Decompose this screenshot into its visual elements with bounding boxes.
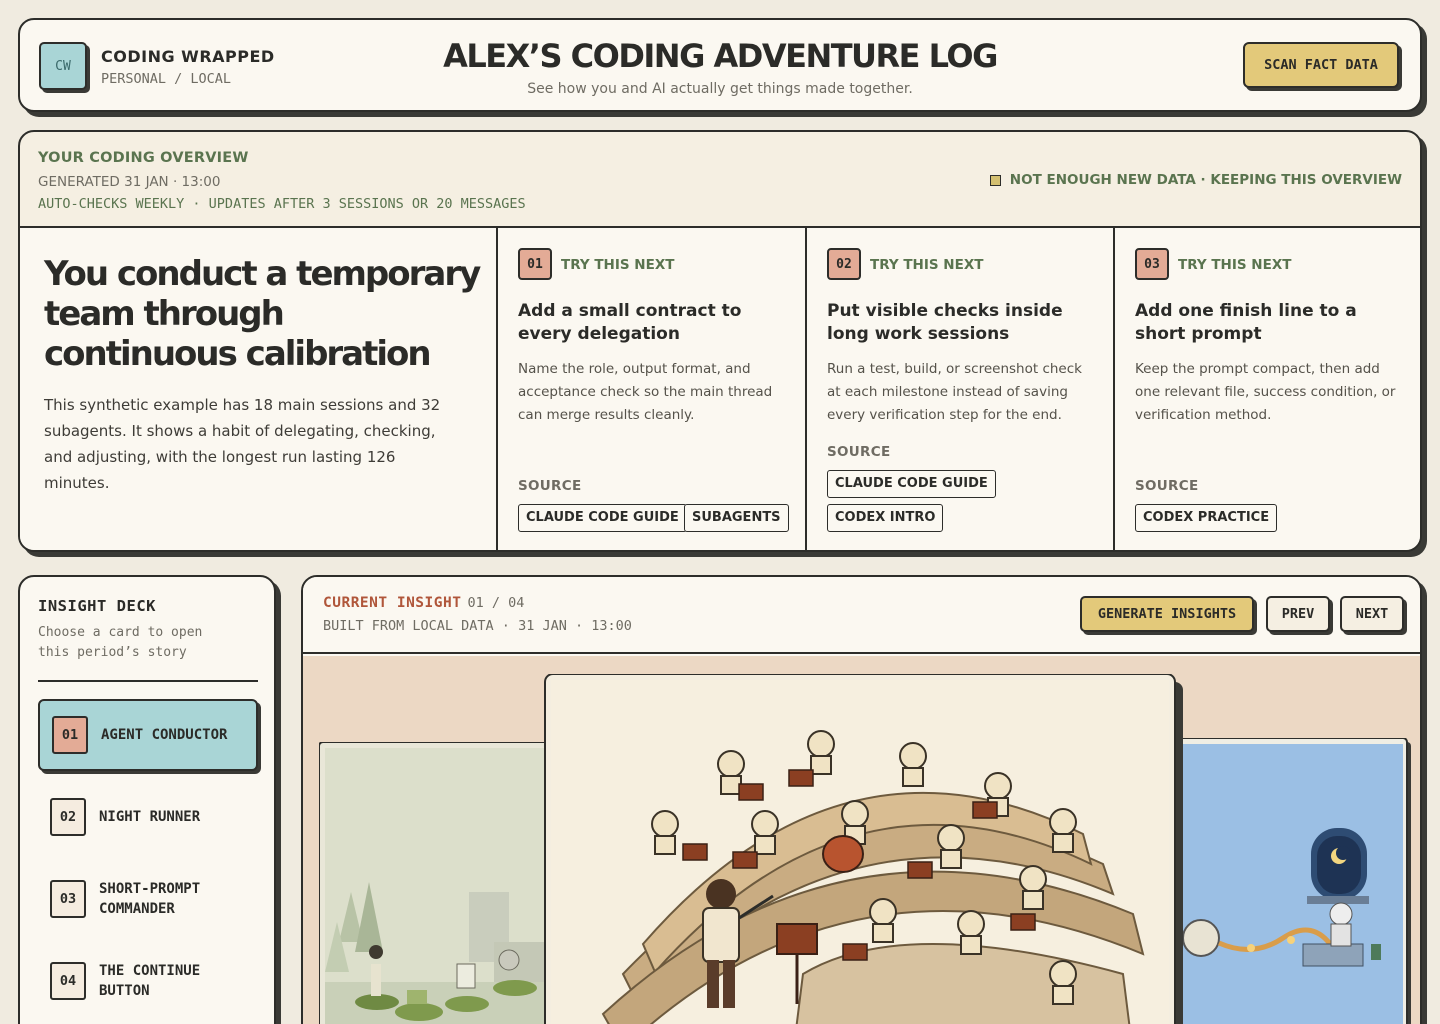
deck-card-number: 02 xyxy=(50,798,86,836)
insight-counter: 01 / 04 xyxy=(467,595,525,611)
overview-generated: GENERATED 31 JAN · 13:00 xyxy=(38,174,221,190)
source-chip[interactable]: SUBAGENTS xyxy=(684,504,789,532)
current-insight-built: BUILT FROM LOCAL DATA · 31 JAN · 13:00 xyxy=(323,618,632,634)
tip-card: 01 TRY THIS NEXT Add a small contract to… xyxy=(498,228,807,550)
current-insight-kicker: CURRENT INSIGHT 01 / 04 xyxy=(323,595,524,611)
source-chip[interactable]: CODEX PRACTICE xyxy=(1135,504,1278,532)
deck-card-label: NIGHT RUNNER xyxy=(99,809,201,825)
deck-card-number: 01 xyxy=(52,716,88,754)
tip-body: Name the role, output format, and accept… xyxy=(518,361,773,423)
source-chip[interactable]: CLAUDE CODE GUIDE xyxy=(518,504,687,532)
app-header: CW CODING WRAPPED PERSONAL / LOCAL ALEX’… xyxy=(18,18,1422,112)
overview-lead: You conduct a temporary team through con… xyxy=(20,228,498,550)
coding-overview-panel: YOUR CODING OVERVIEW GENERATED 31 JAN · … xyxy=(18,130,1422,552)
tip-number: 02 xyxy=(827,248,861,280)
tip-kicker: TRY THIS NEXT xyxy=(1178,257,1292,273)
source-label: SOURCE xyxy=(827,444,891,460)
tip-kicker: TRY THIS NEXT xyxy=(870,257,984,273)
source-chip[interactable]: CODEX INTRO xyxy=(827,504,944,532)
deck-card-short-prompt-commander[interactable]: 03 SHORT-PROMPT COMMANDER xyxy=(38,863,258,935)
deck-card-number: 03 xyxy=(50,880,86,918)
deck-title: INSIGHT DECK xyxy=(38,597,156,615)
overview-grid: You conduct a temporary team through con… xyxy=(20,226,1420,550)
current-insight-panel: CURRENT INSIGHT 01 / 04 BUILT FROM LOCAL … xyxy=(301,575,1422,1024)
tip-kicker: TRY THIS NEXT xyxy=(561,257,675,273)
source-label: SOURCE xyxy=(518,478,582,494)
tip-card: 02 TRY THIS NEXT Put visible checks insi… xyxy=(807,228,1115,550)
source-label: SOURCE xyxy=(1135,478,1199,494)
overview-kicker: YOUR CODING OVERVIEW xyxy=(38,150,249,166)
status-square-icon xyxy=(989,174,1001,186)
tip-title: Put visible checks inside long work sess… xyxy=(827,301,1063,344)
deck-card-label: THE CONTINUE BUTTON xyxy=(99,963,201,999)
page-subtitle: See how you and AI actually get things m… xyxy=(527,81,913,97)
insight-card-carousel xyxy=(303,656,1420,1024)
deck-card-label: AGENT CONDUCTOR xyxy=(101,727,228,743)
deck-card-the-continue-button[interactable]: 04 THE CONTINUE BUTTON xyxy=(38,945,258,1017)
current-insight-header: CURRENT INSIGHT 01 / 04 BUILT FROM LOCAL … xyxy=(303,577,1420,654)
page-title: ALEX’S CODING ADVENTURE LOG xyxy=(443,37,998,75)
tip-title: Add a small contract to every delegation xyxy=(518,301,742,344)
next-button[interactable]: NEXT xyxy=(1340,596,1404,632)
overview-status-text: NOT ENOUGH NEW DATA · KEEPING THIS OVERV… xyxy=(1009,172,1402,188)
overview-status: NOT ENOUGH NEW DATA · KEEPING THIS OVERV… xyxy=(989,172,1402,188)
prev-button[interactable]: PREV xyxy=(1266,596,1330,632)
deck-card-night-runner[interactable]: 02 NIGHT RUNNER xyxy=(38,781,258,853)
overview-auto-checks: AUTO-CHECKS WEEKLY · UPDATES AFTER 3 SES… xyxy=(38,196,526,212)
tip-card: 03 TRY THIS NEXT Add one finish line to … xyxy=(1115,228,1420,550)
deck-card-agent-conductor[interactable]: 01 AGENT CONDUCTOR xyxy=(38,699,258,771)
tip-body: Keep the prompt compact, then add one re… xyxy=(1135,361,1396,423)
insight-card-continue-image[interactable] xyxy=(1163,738,1413,1024)
scan-fact-data-button[interactable]: SCAN FACT DATA xyxy=(1243,42,1399,88)
insight-card-night-runner-image[interactable] xyxy=(319,742,569,1024)
tip-body: Run a test, build, or screenshot check a… xyxy=(827,361,1082,423)
deck-card-label: SHORT-PROMPT COMMANDER xyxy=(99,881,201,917)
tip-number: 03 xyxy=(1135,248,1169,280)
generate-insights-button[interactable]: GENERATE INSIGHTS xyxy=(1080,596,1254,632)
insight-card-agent-conductor-image[interactable] xyxy=(543,674,1188,1024)
current-insight-label: CURRENT INSIGHT xyxy=(323,595,462,611)
tip-number: 01 xyxy=(518,248,552,280)
tip-title: Add one finish line to a short prompt xyxy=(1135,301,1357,344)
deck-subtitle: Choose a card to open this period’s stor… xyxy=(38,625,203,660)
deck-divider xyxy=(38,680,258,682)
overview-headline: You conduct a temporary team through con… xyxy=(44,254,481,374)
overview-summary: This synthetic example has 18 main sessi… xyxy=(44,396,441,492)
deck-card-number: 04 xyxy=(50,962,86,1000)
insight-deck: INSIGHT DECK Choose a card to open this … xyxy=(18,575,276,1024)
source-chip[interactable]: CLAUDE CODE GUIDE xyxy=(827,470,996,498)
